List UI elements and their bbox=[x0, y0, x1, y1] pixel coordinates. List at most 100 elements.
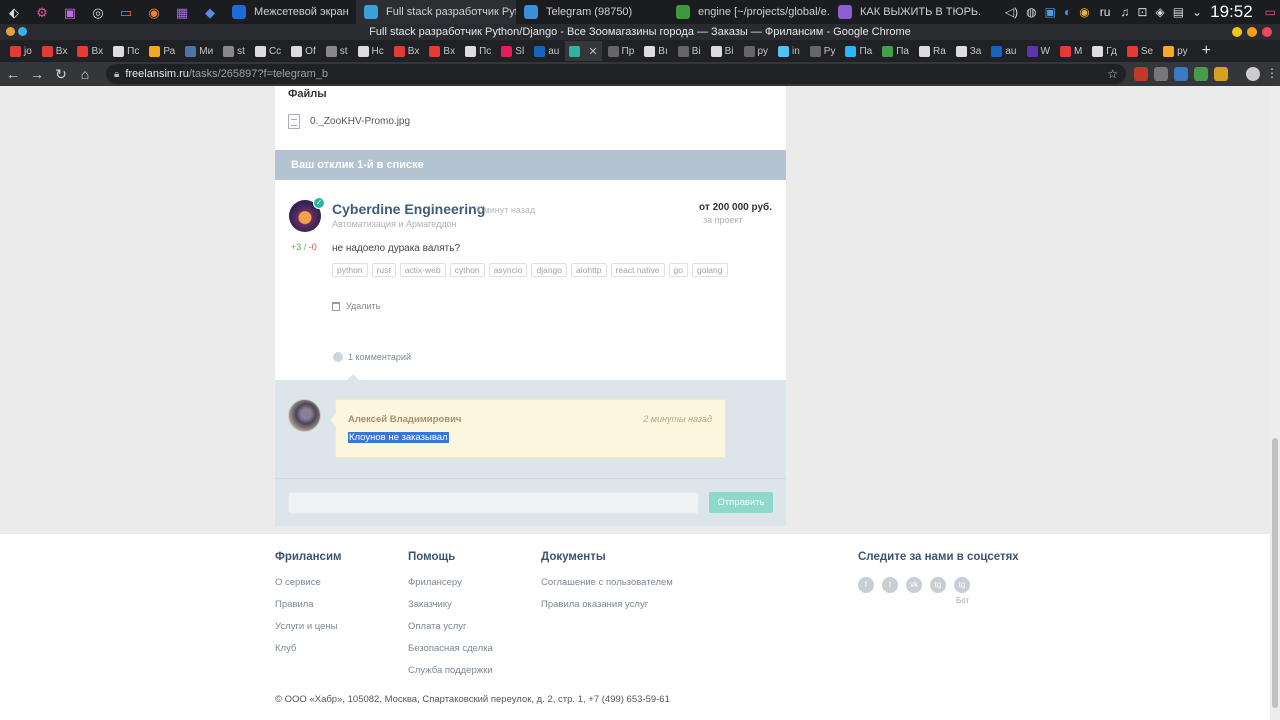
browser-tab[interactable]: au bbox=[530, 41, 563, 61]
browser-tab[interactable]: Bx bbox=[425, 41, 459, 61]
editor-icon[interactable]: ▦ bbox=[174, 4, 190, 20]
browser-tab[interactable]: Пс bbox=[461, 41, 495, 61]
vk-icon[interactable]: vk bbox=[906, 577, 922, 593]
twitter-icon[interactable]: t bbox=[882, 577, 898, 593]
bell-icon[interactable]: ♫ bbox=[1120, 5, 1129, 19]
store-icon[interactable]: ▣ bbox=[62, 4, 78, 20]
skill-tag[interactable]: django bbox=[531, 263, 568, 277]
footer-link[interactable]: Соглашение с пользователем bbox=[541, 577, 673, 588]
browser-tab[interactable]: Ра bbox=[145, 41, 179, 61]
browser-tab[interactable]: Cc bbox=[251, 41, 285, 61]
browser-tab[interactable]: Of bbox=[287, 41, 320, 61]
extension-icon[interactable] bbox=[1154, 67, 1168, 81]
folder-icon[interactable]: ▭ bbox=[118, 4, 134, 20]
skill-tag[interactable]: aiohttp bbox=[571, 263, 607, 277]
footer-link[interactable]: Фрилансеру bbox=[408, 577, 493, 588]
volume-icon[interactable]: ◁) bbox=[1005, 5, 1018, 19]
send-button[interactable]: Отправить bbox=[709, 492, 773, 513]
browser-tab[interactable]: ✕ bbox=[565, 41, 602, 61]
bookmark-star-icon[interactable]: ☆ bbox=[1107, 67, 1118, 81]
browser-tab[interactable]: Гд bbox=[1088, 41, 1121, 61]
skill-tag[interactable]: python bbox=[332, 263, 368, 277]
browser-icon[interactable]: ◎ bbox=[90, 4, 106, 20]
clipboard-icon[interactable]: ▤ bbox=[1173, 5, 1184, 19]
footer-link[interactable]: Безопасная сделка bbox=[408, 643, 493, 654]
browser-tab[interactable]: Sl bbox=[497, 41, 528, 61]
address-bar[interactable]: 🔒︎ freelansim.ru/tasks/265897?f=telegram… bbox=[106, 64, 1126, 84]
footer-link[interactable]: О сервисе bbox=[275, 577, 342, 588]
page-scrollbar[interactable] bbox=[1270, 86, 1280, 720]
maximize-button[interactable] bbox=[1247, 27, 1257, 37]
browser-tab[interactable]: ру bbox=[740, 41, 772, 61]
taskbar-window-2[interactable]: Telegram (98750) bbox=[516, 0, 668, 24]
network-icon[interactable]: ◈ bbox=[1155, 5, 1164, 19]
chat-tray-icon[interactable]: ▣ bbox=[1045, 5, 1056, 19]
footer-link[interactable]: Служба поддержки bbox=[408, 665, 493, 676]
home-button[interactable]: ⌂ bbox=[74, 63, 96, 85]
back-button[interactable]: ← bbox=[2, 63, 24, 85]
new-tab-button[interactable]: + bbox=[1202, 42, 1211, 60]
close-tab-icon[interactable]: ✕ bbox=[588, 45, 597, 58]
extension-icon[interactable] bbox=[1134, 67, 1148, 81]
footer-link[interactable]: Клуб bbox=[275, 643, 342, 654]
taskbar-window-0[interactable]: Межсетевой экран bbox=[224, 0, 356, 24]
browser-tab[interactable]: W bbox=[1023, 41, 1054, 61]
extension-icon[interactable] bbox=[1214, 67, 1228, 81]
footer-link[interactable]: Услуги и цены bbox=[275, 621, 342, 632]
browser-tab[interactable]: Ві bbox=[707, 41, 738, 61]
settings-icon[interactable]: ⚙ bbox=[34, 4, 50, 20]
skill-tag[interactable]: golang bbox=[691, 263, 728, 277]
chrome-tray-icon[interactable]: ◉ bbox=[1079, 5, 1089, 19]
skill-tag[interactable]: actix-web bbox=[399, 263, 446, 277]
browser-tab[interactable]: Ру bbox=[806, 41, 840, 61]
file-attachment[interactable]: 0._ZooKHV-Promo.jpg bbox=[288, 114, 773, 129]
sync-tray-icon[interactable]: ◐ bbox=[1064, 5, 1071, 19]
skill-tag[interactable]: react native bbox=[610, 263, 665, 277]
lock-icon[interactable]: ⊡ bbox=[1137, 5, 1147, 19]
browser-tab[interactable]: st bbox=[322, 41, 352, 61]
keyboard-layout[interactable]: ru bbox=[1100, 5, 1111, 19]
browser-tab[interactable]: Se bbox=[1123, 41, 1157, 61]
skill-tag[interactable]: go bbox=[668, 263, 688, 277]
freelancer-name-link[interactable]: Cyberdine Engineering bbox=[332, 201, 485, 217]
telegram-bot-icon[interactable]: tg bbox=[954, 577, 970, 593]
footer-link[interactable]: Оплата услуг bbox=[408, 621, 493, 632]
footer-link[interactable]: Заказчику bbox=[408, 599, 493, 610]
profile-avatar[interactable] bbox=[1246, 67, 1260, 81]
avatar[interactable] bbox=[288, 399, 321, 432]
comments-toggle[interactable]: 1 комментарий bbox=[333, 352, 411, 362]
browser-tab[interactable]: Пс bbox=[109, 41, 143, 61]
reload-button[interactable]: ↻ bbox=[50, 63, 72, 85]
browser-tab[interactable]: Па bbox=[841, 41, 876, 61]
skill-tag[interactable]: asyncio bbox=[488, 263, 528, 277]
chevron-down-icon[interactable]: ⌄ bbox=[1192, 5, 1202, 19]
show-desktop-icon[interactable]: ▭ bbox=[1265, 5, 1276, 19]
browser-tab[interactable]: Пр bbox=[604, 41, 639, 61]
blender-icon[interactable]: ◉ bbox=[146, 4, 162, 20]
minimize-button[interactable] bbox=[1232, 27, 1242, 37]
footer-link[interactable]: Правила bbox=[275, 599, 342, 610]
lock-icon[interactable]: 🔒︎ bbox=[114, 69, 119, 80]
browser-tab[interactable]: jo bbox=[6, 41, 36, 61]
tray-app-icon[interactable]: ◍ bbox=[1026, 5, 1036, 19]
file-name[interactable]: 0._ZooKHV-Promo.jpg bbox=[310, 116, 410, 127]
menu-kebab-icon[interactable]: ⋮ bbox=[1266, 67, 1278, 81]
scrollbar-thumb[interactable] bbox=[1272, 438, 1278, 708]
delete-response-button[interactable]: Удалить bbox=[332, 301, 380, 311]
browser-tab[interactable]: Bx bbox=[390, 41, 424, 61]
comment-author[interactable]: Алексей Владимирович bbox=[348, 414, 461, 425]
footer-link[interactable]: Правила оказания услуг bbox=[541, 599, 673, 610]
taskbar-window-4[interactable]: КАК ВЫЖИТЬ В ТЮРЬ... bbox=[830, 0, 980, 24]
telegram-icon[interactable]: tg bbox=[930, 577, 946, 593]
browser-tab[interactable]: Па bbox=[878, 41, 913, 61]
browser-tab[interactable]: Bx bbox=[38, 41, 72, 61]
app-menu-icon[interactable]: ⬖ bbox=[6, 4, 22, 20]
browser-tab[interactable]: Bx bbox=[73, 41, 107, 61]
close-button[interactable] bbox=[1262, 27, 1272, 37]
browser-tab[interactable]: Bı bbox=[640, 41, 671, 61]
browser-tab[interactable]: in bbox=[774, 41, 804, 61]
browser-tab[interactable]: st bbox=[219, 41, 249, 61]
skill-tag[interactable]: rust bbox=[371, 263, 396, 277]
browser-tab[interactable]: Ra bbox=[915, 41, 950, 61]
browser-tab[interactable]: au bbox=[987, 41, 1020, 61]
